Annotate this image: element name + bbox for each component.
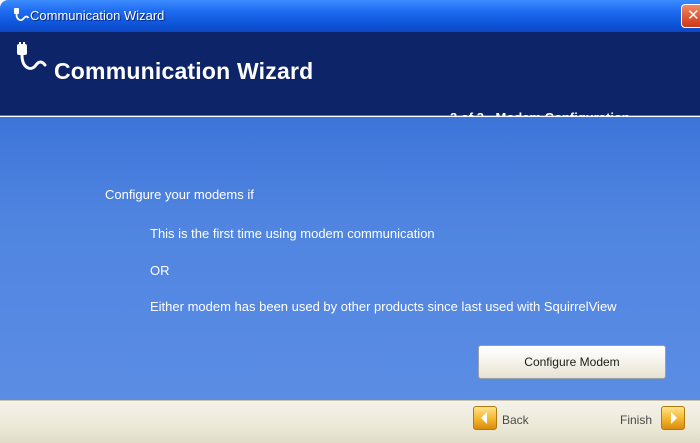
arrow-right-icon[interactable] — [661, 406, 685, 430]
title-bar[interactable]: Communication Wizard ✕ — [0, 0, 700, 32]
close-button[interactable]: ✕ — [681, 4, 700, 28]
condition-first-time: This is the first time using modem commu… — [150, 226, 435, 241]
plug-cable-icon — [12, 7, 30, 25]
back-button[interactable]: Back — [502, 413, 529, 427]
wizard-footer: Back Finish — [0, 400, 700, 443]
intro-text: Configure your modems if — [105, 187, 254, 202]
configure-modem-button[interactable]: Configure Modem — [478, 345, 666, 379]
finish-button[interactable]: Finish — [620, 413, 652, 427]
window-title: Communication Wizard — [30, 8, 165, 23]
plug-cable-icon — [14, 42, 48, 76]
page-title: Communication Wizard — [54, 58, 314, 84]
wizard-content: Configure your modems if This is the fir… — [0, 117, 700, 400]
wizard-window: Communication Wizard ✕ Communication Wiz… — [0, 0, 700, 443]
condition-used-by-others: Either modem has been used by other prod… — [150, 299, 617, 314]
or-label: OR — [150, 263, 170, 278]
wizard-header: Communication Wizard 3 of 3 - Modem Conf… — [0, 32, 700, 125]
arrow-left-icon[interactable] — [473, 406, 497, 430]
